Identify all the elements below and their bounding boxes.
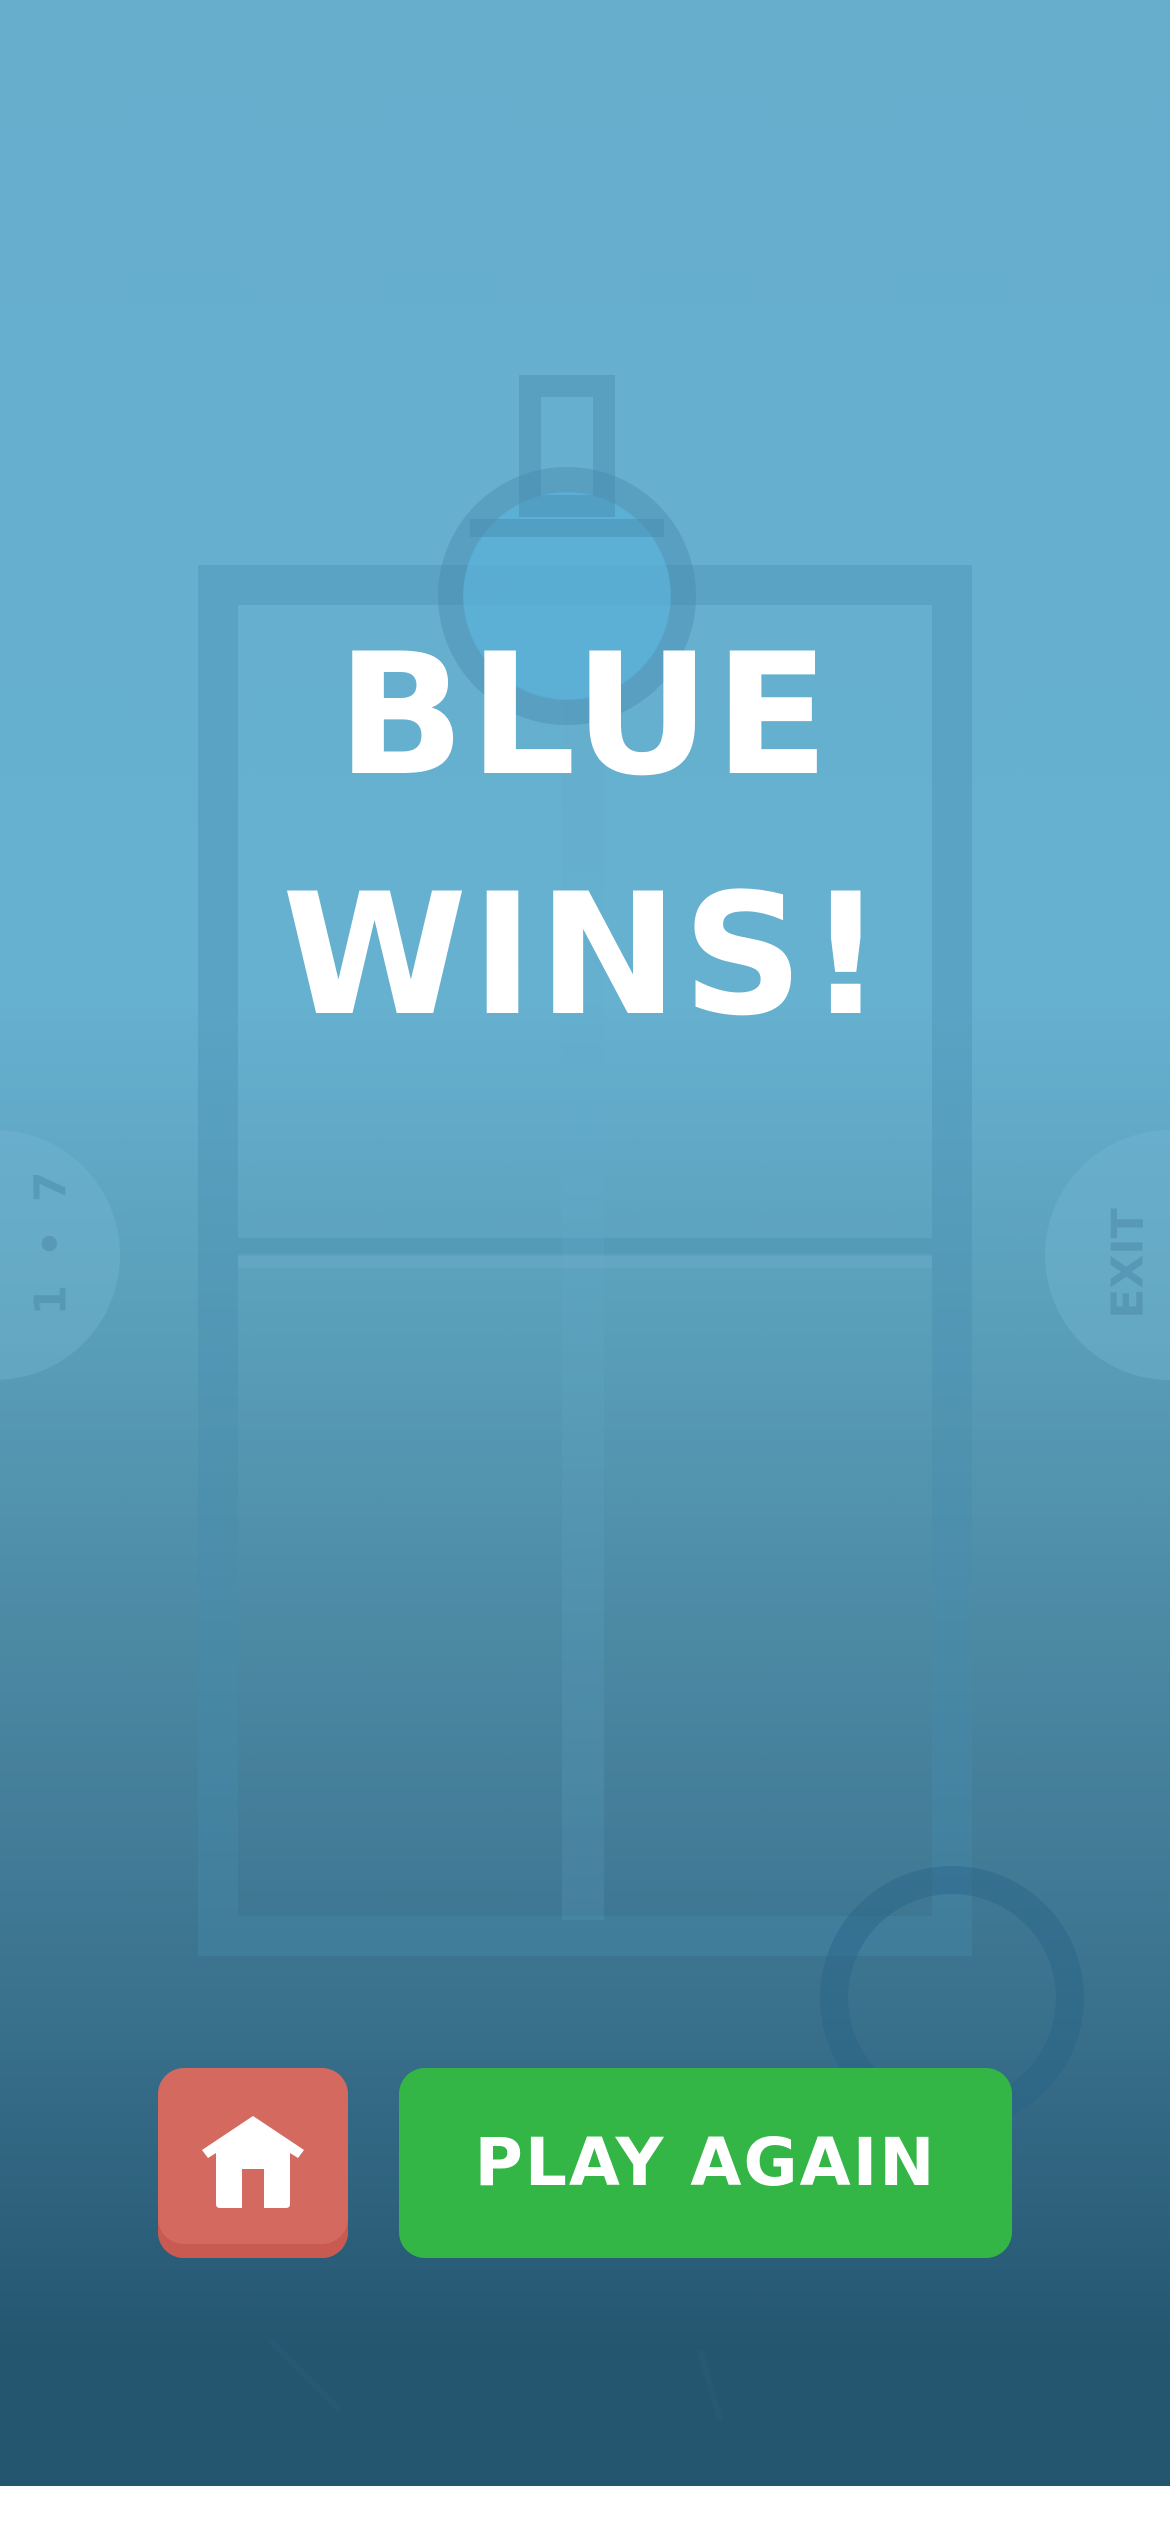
result-title-line-2: WINS! <box>281 857 889 1053</box>
exit-label[interactable]: EXIT <box>1103 1204 1154 1324</box>
bottom-mark-1 <box>267 2337 343 2413</box>
home-icon <box>202 2116 304 2208</box>
play-again-button[interactable]: PLAY AGAIN <box>399 2068 1012 2258</box>
score-label: 1 • 7 <box>25 1165 77 1316</box>
home-button[interactable] <box>158 2068 348 2258</box>
game-over-screen: 1 • 7 EXIT BLUE WINS! PLAY AGAIN <box>0 0 1170 2486</box>
result-title-line-1: BLUE <box>336 617 834 813</box>
bottom-mark-2 <box>697 2349 723 2421</box>
bottom-safe-area <box>0 2486 1170 2532</box>
